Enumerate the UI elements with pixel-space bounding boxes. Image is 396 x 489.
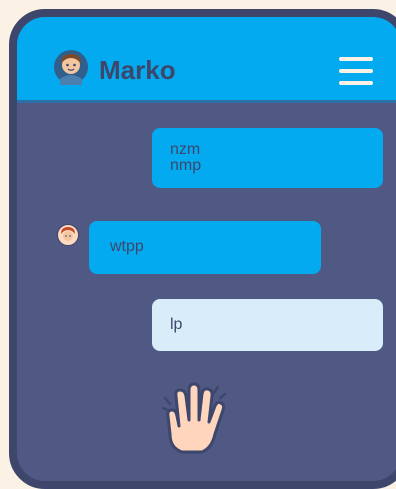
message-line: nzm	[170, 141, 201, 158]
contact-name: Marko	[99, 55, 176, 85]
outgoing-message: lp	[152, 299, 383, 351]
phone-frame: Marko nzm nmp wtpp lp	[9, 9, 396, 489]
contact-avatar-icon	[57, 224, 79, 246]
message-line: nmp	[170, 157, 202, 174]
user-avatar-icon[interactable]	[53, 49, 89, 85]
chat-header: Marko	[17, 17, 396, 103]
waving-hand-icon	[162, 382, 227, 454]
outgoing-message: nzm nmp	[152, 128, 383, 188]
incoming-message: wtpp	[89, 221, 321, 274]
hamburger-menu-icon[interactable]	[339, 57, 373, 85]
